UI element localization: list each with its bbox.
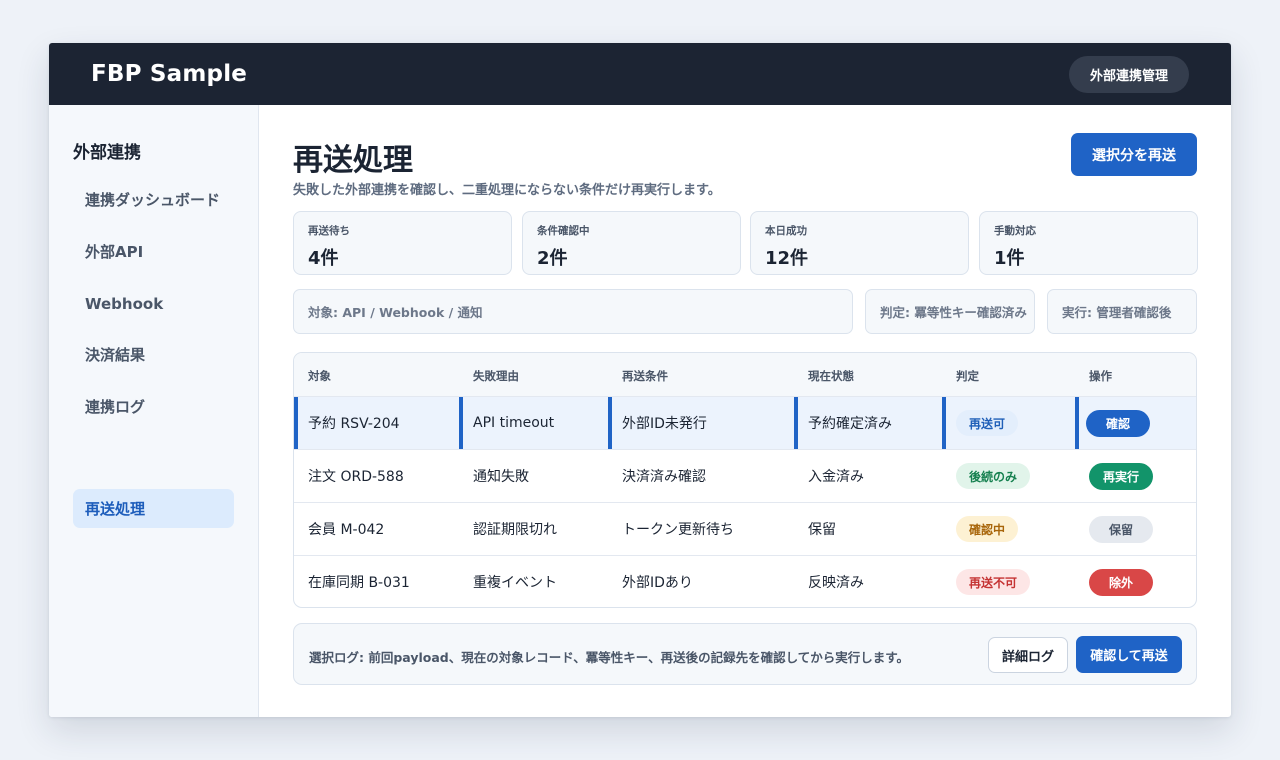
- table-row[interactable]: 在庫同期 B-031 重複イベント 外部IDあり 反映済み 再送不可 除外: [294, 555, 1196, 607]
- app-title: FBP Sample: [91, 61, 248, 87]
- table-row[interactable]: 会員 M-042 認証期限切れ トークン更新待ち 保留 確認中 保留: [294, 502, 1196, 555]
- cell-status: 入金済み: [808, 469, 864, 485]
- stat-label: 本日成功: [765, 225, 807, 237]
- hold-row-button[interactable]: 保留: [1089, 515, 1153, 543]
- stat-label: 条件確認中: [537, 225, 590, 237]
- verdict-badge-followup-only: 後続のみ: [956, 463, 1031, 489]
- confirm-and-resend-button[interactable]: 確認して再送: [1076, 636, 1182, 673]
- cell-status: 反映済み: [808, 575, 864, 591]
- cell-condition: 決済済み確認: [622, 469, 706, 485]
- top-bar: FBP Sample 外部連携管理: [49, 43, 1231, 105]
- cell-condition: 外部IDあり: [622, 575, 693, 591]
- sidebar-item-dashboard[interactable]: 連携ダッシュボード: [73, 180, 234, 219]
- stat-label: 再送待ち: [308, 225, 350, 237]
- table-header: 対象 失敗理由 再送条件 現在状態 判定 操作: [294, 353, 1196, 396]
- cell-condition: トークン更新待ち: [622, 522, 734, 538]
- column-header-reason: 失敗理由: [473, 369, 519, 383]
- stat-value: 1件: [994, 248, 1025, 269]
- verdict-badge-checking: 確認中: [956, 516, 1019, 542]
- column-header-verdict: 判定: [956, 369, 979, 383]
- cell-action: 除外: [1089, 556, 1153, 607]
- table-row[interactable]: 予約 RSV-204 API timeout 外部ID未発行 予約確定済み 再送…: [294, 396, 1196, 449]
- stat-value: 2件: [537, 248, 568, 269]
- stat-value: 4件: [308, 248, 339, 269]
- cell-status: 予約確定済み: [794, 397, 942, 449]
- cell-action: 確認: [1075, 397, 1196, 449]
- verdict-badge-resendable: 再送可: [956, 410, 1019, 436]
- sidebar-item-integration-log[interactable]: 連携ログ: [73, 387, 234, 426]
- stat-value: 12件: [765, 248, 809, 269]
- column-header-target: 対象: [308, 369, 331, 383]
- stat-card-checking: 条件確認中 2件: [522, 211, 741, 275]
- confirm-row-button[interactable]: 確認: [1086, 409, 1150, 437]
- stat-card-manual: 手動対応 1件: [979, 211, 1198, 275]
- sidebar-item-webhook[interactable]: Webhook: [73, 284, 234, 323]
- resend-table: 対象 失敗理由 再送条件 現在状態 判定 操作 予約 RSV-204 API t…: [293, 352, 1197, 608]
- table-row[interactable]: 注文 ORD-588 通知失敗 決済済み確認 入金済み 後続のみ 再実行: [294, 449, 1196, 502]
- cell-verdict: 後続のみ: [956, 450, 1031, 502]
- cell-reason: 認証期限切れ: [473, 522, 557, 538]
- cell-condition: 外部ID未発行: [608, 397, 794, 449]
- stat-card-pending: 再送待ち 4件: [293, 211, 512, 275]
- sidebar-item-external-api[interactable]: 外部API: [73, 232, 234, 271]
- cell-verdict: 再送不可: [956, 556, 1031, 607]
- cell-reason: API timeout: [459, 397, 608, 449]
- cell-target: 予約 RSV-204: [294, 397, 459, 449]
- app-window: FBP Sample 外部連携管理 外部連携 連携ダッシュボード 外部API W…: [49, 43, 1231, 717]
- sidebar: 外部連携 連携ダッシュボード 外部API Webhook 決済結果 連携ログ 再…: [49, 105, 259, 717]
- selection-log-text: 選択ログ: 前回payload、現在の対象レコード、冪等性キー、再送後の記録先を…: [309, 650, 910, 665]
- page-title: 再送処理: [293, 143, 413, 178]
- page-subtitle: 失敗した外部連携を確認し、二重処理にならない条件だけ再実行します。: [293, 183, 721, 198]
- stat-card-success-today: 本日成功 12件: [750, 211, 969, 275]
- cell-action: 再実行: [1089, 450, 1153, 502]
- column-header-action: 操作: [1089, 369, 1112, 383]
- cell-status: 保留: [808, 522, 836, 538]
- column-header-status: 現在状態: [808, 369, 854, 383]
- resend-selected-button[interactable]: 選択分を再送: [1071, 133, 1197, 176]
- detail-log-button[interactable]: 詳細ログ: [988, 637, 1068, 673]
- cell-target: 在庫同期 B-031: [308, 575, 410, 591]
- main-content: 再送処理 失敗した外部連携を確認し、二重処理にならない条件だけ再実行します。 選…: [259, 105, 1231, 717]
- external-integration-admin-button[interactable]: 外部連携管理: [1069, 56, 1189, 93]
- cell-target: 会員 M-042: [308, 522, 385, 538]
- cell-verdict: 再送可: [942, 397, 1075, 449]
- stat-label: 手動対応: [994, 225, 1036, 237]
- cell-verdict: 確認中: [956, 503, 1019, 555]
- cell-reason: 通知失敗: [473, 469, 529, 485]
- selection-log-panel: 選択ログ: 前回payload、現在の対象レコード、冪等性キー、再送後の記録先を…: [293, 623, 1197, 685]
- cell-action: 保留: [1089, 503, 1153, 555]
- sidebar-item-resend[interactable]: 再送処理: [73, 489, 234, 528]
- sidebar-title: 外部連携: [73, 143, 141, 163]
- target-filter[interactable]: 対象: API / Webhook / 通知: [293, 289, 853, 334]
- verdict-filter[interactable]: 判定: 冪等性キー確認済み: [865, 289, 1035, 334]
- column-header-condition: 再送条件: [622, 369, 668, 383]
- verdict-badge-not-resendable: 再送不可: [956, 569, 1031, 595]
- cell-reason: 重複イベント: [473, 575, 557, 591]
- rerun-row-button[interactable]: 再実行: [1089, 462, 1153, 490]
- exclude-row-button[interactable]: 除外: [1089, 568, 1153, 596]
- cell-target: 注文 ORD-588: [308, 469, 404, 485]
- execution-filter[interactable]: 実行: 管理者確認後: [1047, 289, 1197, 334]
- sidebar-item-payment-results[interactable]: 決済結果: [73, 335, 234, 374]
